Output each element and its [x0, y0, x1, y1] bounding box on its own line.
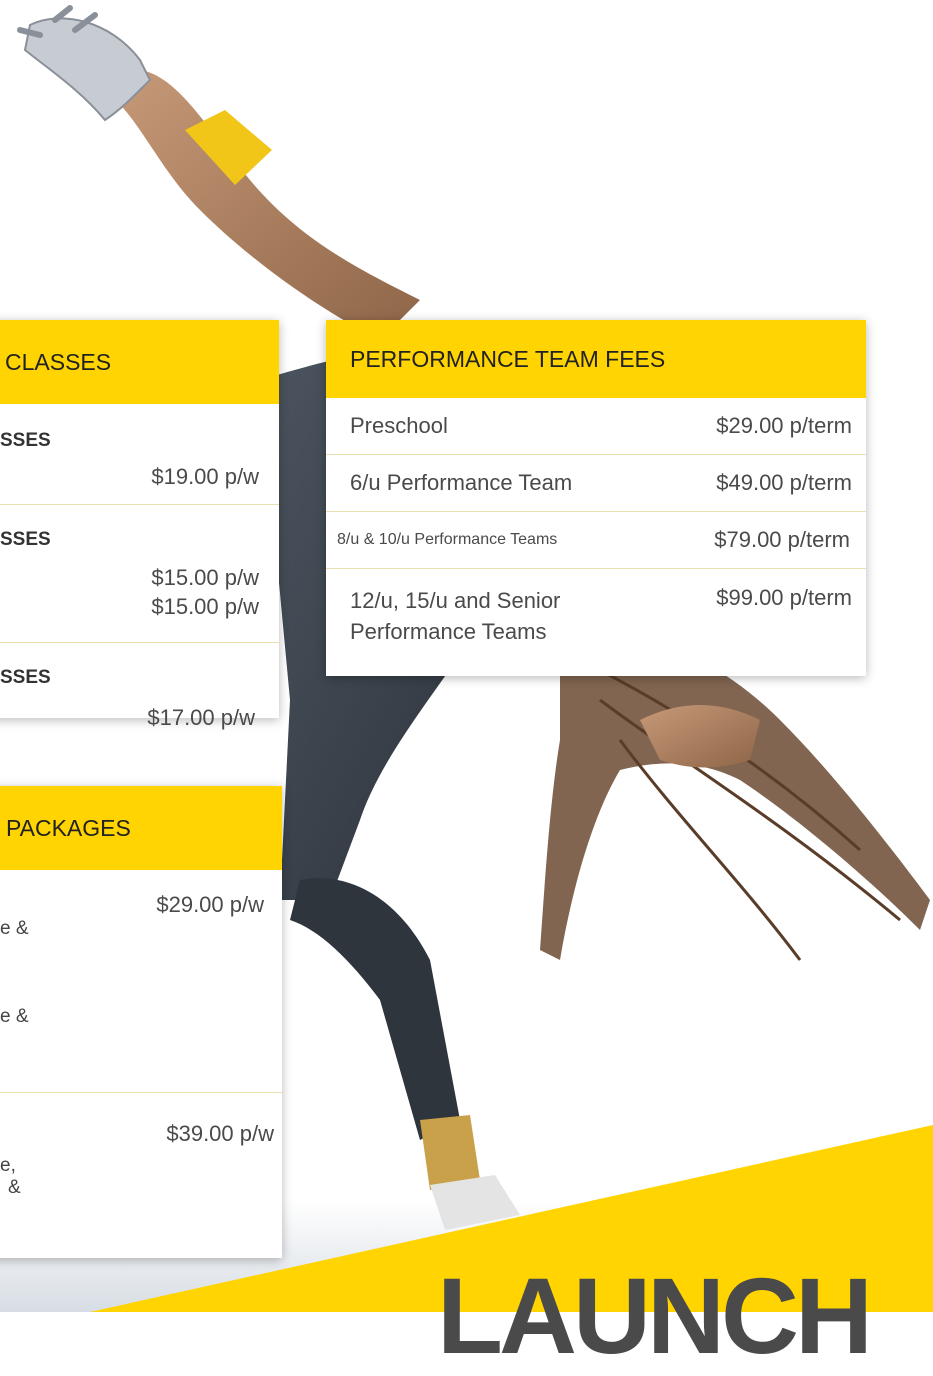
brand-wordmark: LAUNCH	[437, 1255, 873, 1376]
classes-section-heading: SSES	[0, 430, 51, 451]
classes-price: $19.00 p/w	[151, 464, 259, 489]
package-text-fragment: &	[8, 1177, 21, 1198]
fee-price: $49.00 p/term	[716, 470, 852, 495]
package-item: $29.00 p/w e & e &	[0, 870, 282, 1093]
packages-fee-card: PACKAGES $29.00 p/w e & e & $39.00 p/w e…	[0, 786, 282, 1258]
packages-card-header: PACKAGES	[0, 786, 282, 870]
fee-price: $29.00 p/term	[716, 413, 852, 438]
package-text-fragment: e &	[0, 918, 29, 939]
package-price: $29.00 p/w	[156, 892, 264, 917]
classes-section-heading: SSES	[0, 529, 51, 550]
fee-label: 12/u, 15/u and Senior Performance Teams	[350, 585, 716, 647]
performance-title: PERFORMANCE TEAM FEES	[350, 345, 666, 372]
fee-row: 6/u Performance Team $49.00 p/term	[326, 455, 866, 512]
classes-price: $15.00 p/w	[151, 594, 259, 619]
fee-price: $99.00 p/term	[716, 585, 852, 610]
classes-section-heading: SSES	[0, 667, 51, 688]
classes-price: $15.00 p/w	[151, 565, 259, 590]
fee-label-line: Performance Teams	[350, 619, 547, 644]
fee-label: 8/u & 10/u Performance Teams	[337, 531, 558, 548]
classes-title: CLASSES	[5, 348, 112, 375]
packages-title: PACKAGES	[6, 814, 131, 841]
performance-team-fees-card: PERFORMANCE TEAM FEES Preschool $29.00 p…	[326, 320, 866, 676]
classes-section: SSES $19.00 p/w	[0, 404, 279, 505]
classes-price: $17.00 p/w	[147, 705, 255, 730]
fee-label-line: 12/u, 15/u and Senior	[350, 588, 561, 613]
fee-price: $79.00 p/term	[714, 527, 850, 552]
fee-row: Preschool $29.00 p/term	[326, 398, 866, 455]
package-item: $39.00 p/w e, &	[0, 1093, 282, 1259]
classes-section: SSES $15.00 p/w $15.00 p/w	[0, 505, 279, 643]
fee-label: 6/u Performance Team	[350, 470, 573, 495]
package-text-fragment: e,	[0, 1155, 16, 1176]
fee-row: 8/u & 10/u Performance Teams $79.00 p/te…	[326, 512, 866, 569]
classes-section: SSES $17.00 p/w	[0, 643, 279, 730]
fee-row: 12/u, 15/u and Senior Performance Teams …	[326, 569, 866, 665]
classes-card-header: CLASSES	[0, 320, 279, 404]
fee-label: Preschool	[350, 413, 448, 438]
performance-card-header: PERFORMANCE TEAM FEES	[326, 320, 866, 398]
package-price: $39.00 p/w	[166, 1121, 274, 1146]
classes-fee-card: CLASSES SSES $19.00 p/w SSES $15.00 p/w …	[0, 320, 279, 730]
package-text-fragment: e &	[0, 1006, 29, 1027]
